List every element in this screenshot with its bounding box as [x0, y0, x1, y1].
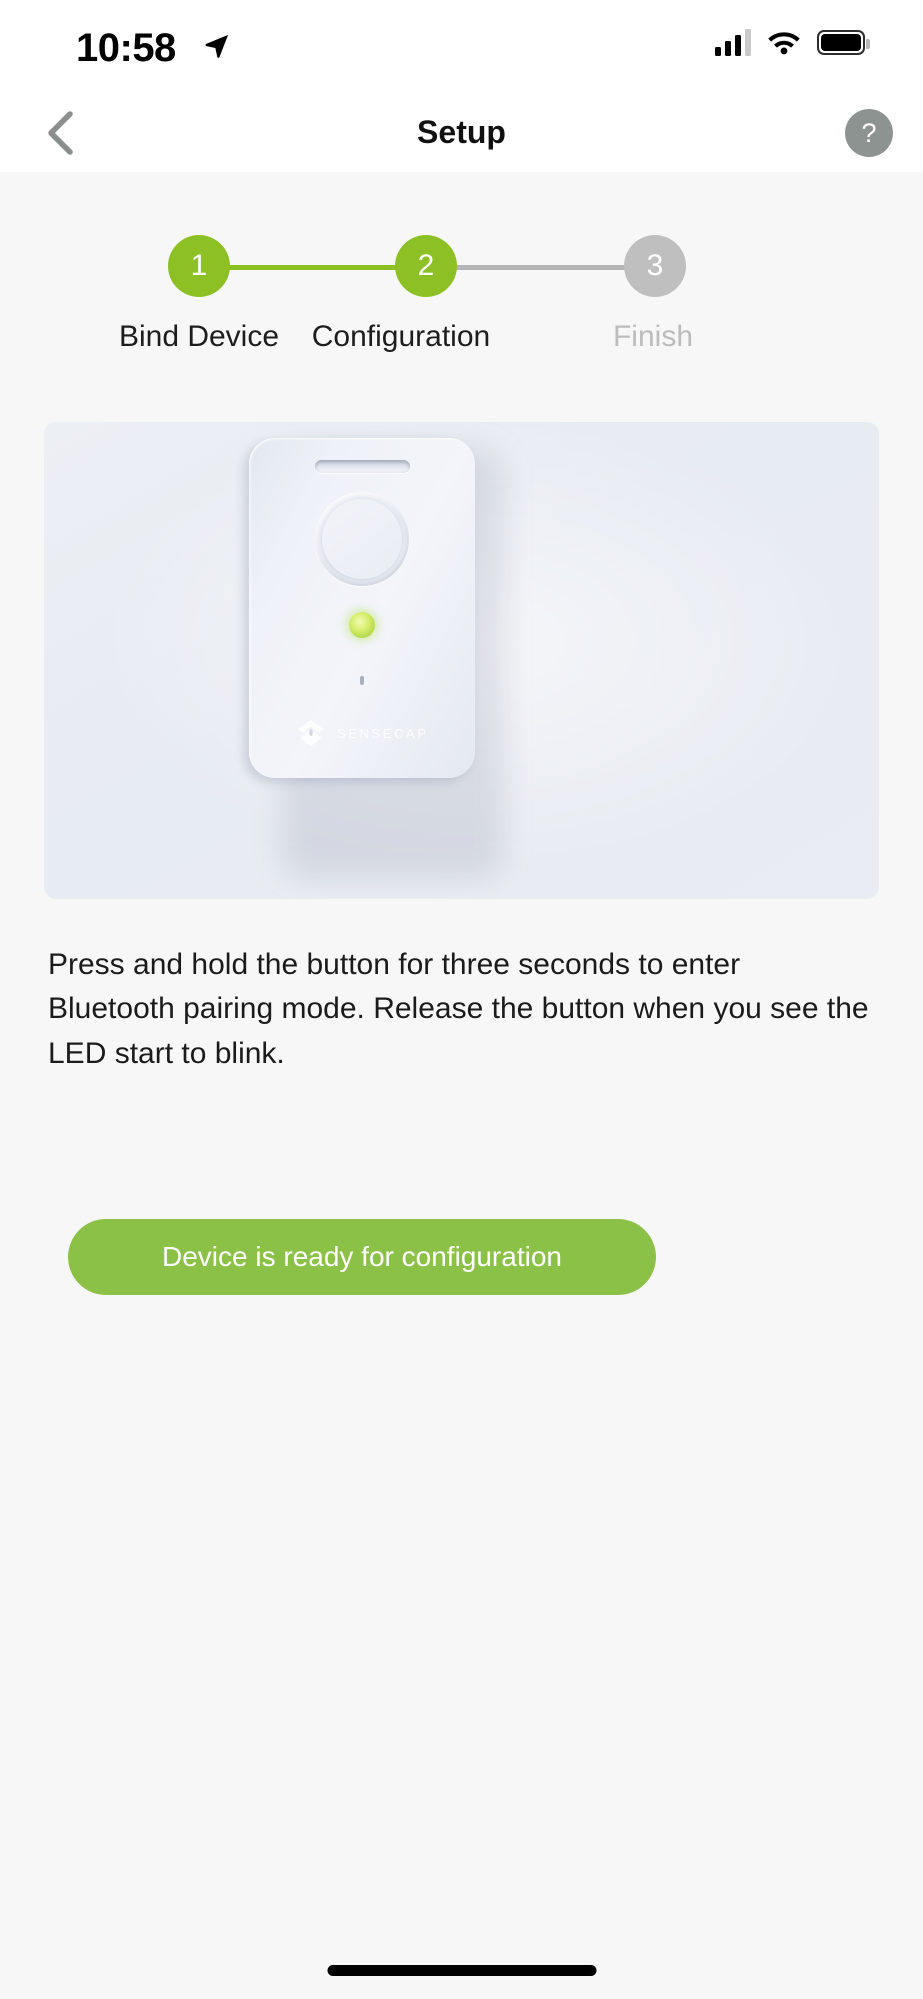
stepper-number-2: 2	[417, 249, 435, 282]
wifi-icon	[768, 32, 800, 55]
stepper-number-3: 3	[646, 249, 664, 282]
stepper-number-1: 1	[190, 249, 208, 282]
home-indicator[interactable]	[327, 1965, 596, 1976]
question-mark-circle-icon: ?	[861, 117, 877, 148]
status-bar: 10:58	[0, 0, 923, 95]
stepper-circle-1[interactable]: 1	[168, 235, 230, 297]
stepper-circle-3: 3	[624, 235, 686, 297]
cellular-signal-icon	[715, 28, 751, 56]
instruction-text: Press and hold the button for three seco…	[48, 948, 869, 1070]
battery-full-icon	[817, 29, 870, 55]
navigation-bar: Setup ?	[0, 95, 923, 172]
stepper-label-finish: Finish	[612, 320, 694, 353]
status-bar-time: 10:58	[76, 26, 176, 70]
page-title: Setup	[417, 114, 506, 150]
sensecap-layers-logo-icon	[297, 719, 325, 747]
device-illustration: SENSECAP	[249, 438, 475, 778]
stepper-connector-2-3	[425, 265, 655, 270]
device-ready-button[interactable]: Device is ready for configuration	[68, 1219, 656, 1295]
stepper-labels: Bind Device Configuration Finish	[0, 320, 923, 366]
device-image-card: SENSECAP	[44, 422, 879, 899]
device-button-icon	[315, 492, 409, 586]
location-arrow-icon	[205, 34, 229, 58]
stepper-circle-2[interactable]: 2	[395, 235, 457, 297]
device-brand-name: SENSECAP	[337, 725, 429, 741]
help-button[interactable]: ?	[845, 109, 893, 157]
content-area: 1 2 3 Bind Device Configuration Finish S…	[0, 172, 923, 1999]
lanyard-slot-icon	[315, 460, 410, 473]
device-pinhole-icon	[360, 676, 364, 685]
device-brand: SENSECAP	[296, 719, 429, 747]
status-bar-indicators	[715, 28, 870, 56]
status-led-icon	[349, 612, 375, 638]
setup-stepper: 1 2 3	[0, 235, 923, 300]
phone-screen: 10:58 Setup ? 1 2 3 Bind Device Configur…	[0, 0, 923, 1999]
